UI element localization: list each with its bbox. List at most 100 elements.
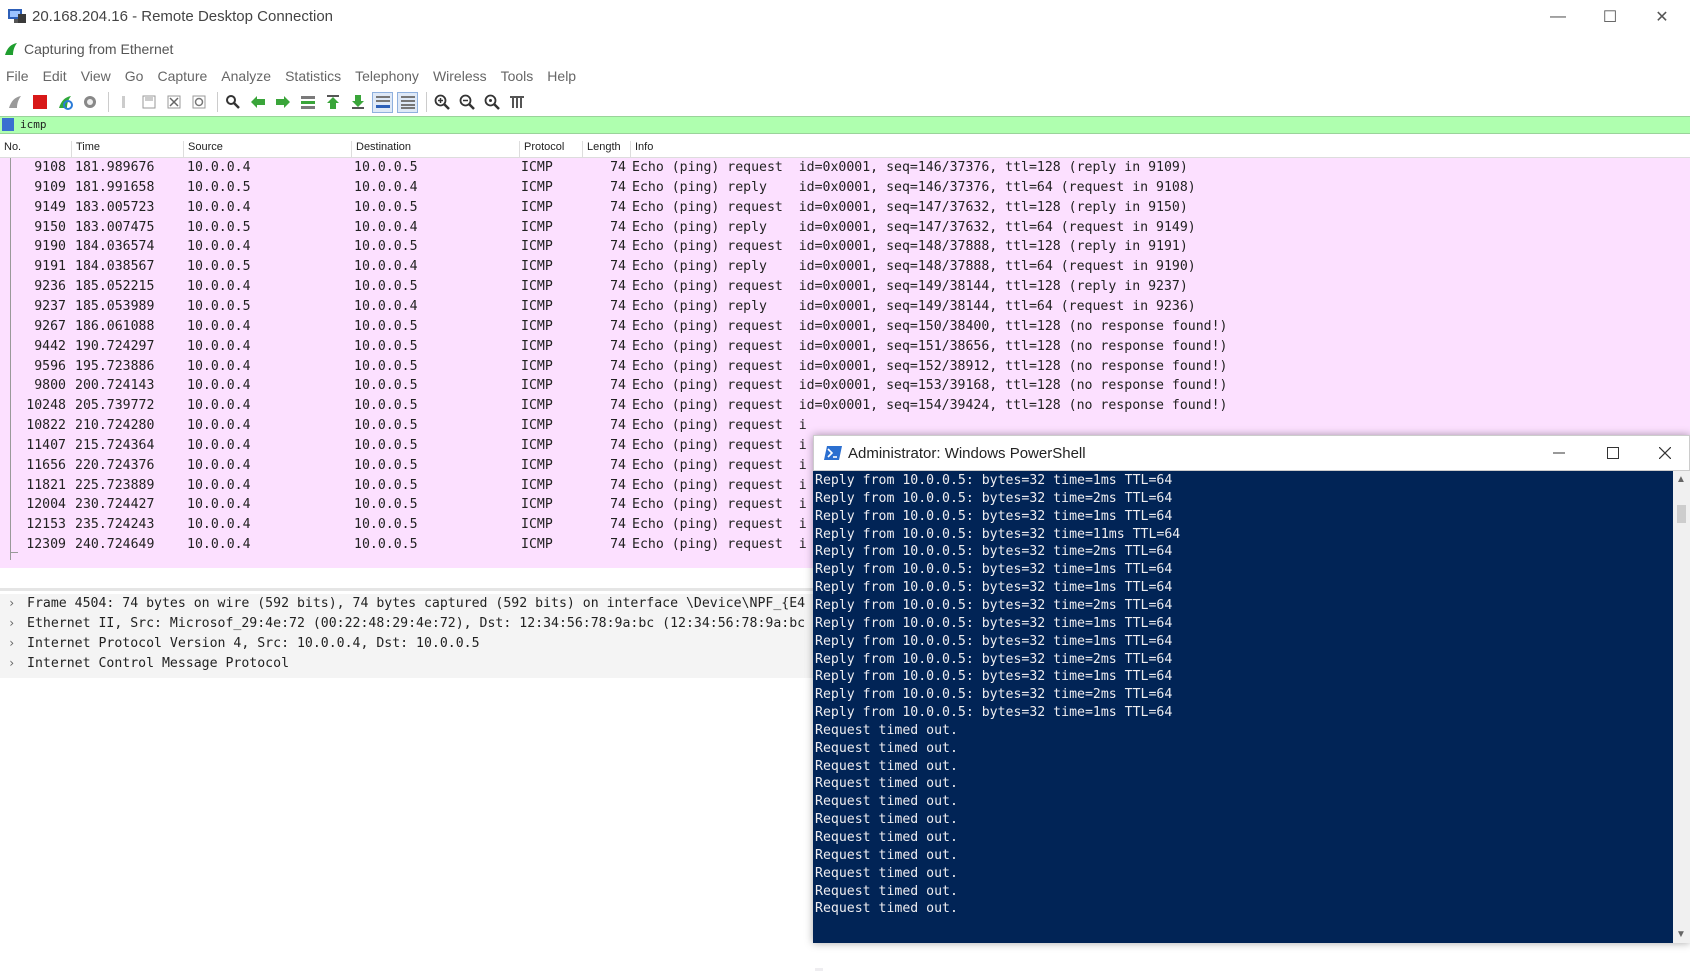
- column-header-time[interactable]: Time: [72, 141, 184, 159]
- zoom-out-icon[interactable]: [456, 92, 477, 113]
- reload-file-icon[interactable]: [188, 92, 209, 113]
- go-forward-icon[interactable]: [272, 92, 293, 113]
- detail-tree-item[interactable]: › Frame 4504: 74 bytes on wire (592 bits)…: [0, 594, 815, 614]
- cell-destination: 10.0.0.5: [354, 239, 418, 255]
- bookmark-icon[interactable]: [2, 118, 14, 131]
- packet-row[interactable]: 10248 205.739772 10.0.0.4 10.0.0.5 ICMP 74 Ech…: [0, 396, 1690, 416]
- auto-scroll-icon[interactable]: [372, 91, 393, 113]
- stop-capture-icon[interactable]: [29, 92, 50, 113]
- console-line: Request timed out.: [815, 776, 958, 792]
- powershell-console[interactable]: Reply from 10.0.0.5: bytes=32 time=1ms T…: [813, 471, 1673, 971]
- cell-source: 10.0.0.4: [187, 457, 251, 473]
- display-filter-input[interactable]: icmp: [20, 118, 47, 131]
- scroll-up-icon[interactable]: ▲: [1676, 474, 1686, 485]
- rdp-close-button[interactable]: ✕: [1636, 0, 1688, 34]
- cell-time: 235.724243: [75, 517, 155, 533]
- cell-destination: 10.0.0.5: [354, 378, 418, 394]
- cell-length: 74: [610, 358, 626, 374]
- cell-protocol: ICMP: [521, 239, 553, 255]
- save-file-icon[interactable]: [138, 92, 159, 113]
- pane-splitter[interactable]: [0, 588, 815, 591]
- packet-row[interactable]: 9109 181.991658 10.0.0.5 10.0.0.4 ICMP 74 Echo…: [0, 178, 1690, 198]
- cell-protocol: ICMP: [521, 279, 553, 295]
- display-filter-bar[interactable]: icmp: [0, 116, 1690, 134]
- cell-source: 10.0.0.4: [187, 418, 251, 434]
- column-header-info[interactable]: Info: [631, 141, 653, 159]
- menu-analyze[interactable]: Analyze: [221, 64, 271, 88]
- packet-row[interactable]: 9191 184.038567 10.0.0.5 10.0.0.4 ICMP 74 Echo…: [0, 257, 1690, 277]
- zoom-in-icon[interactable]: [431, 92, 452, 113]
- column-header-destination[interactable]: Destination: [352, 141, 520, 159]
- cell-protocol: ICMP: [521, 199, 553, 215]
- expand-chevron-icon[interactable]: ›: [8, 636, 15, 650]
- packet-row[interactable]: 10822 210.724280 10.0.0.4 10.0.0.5 ICMP 74 Ech…: [0, 416, 1690, 436]
- cell-length: 74: [610, 497, 626, 513]
- powershell-minimize-button[interactable]: [1531, 436, 1587, 470]
- column-header-no[interactable]: No.: [0, 141, 72, 159]
- console-line: Request timed out.: [815, 722, 958, 738]
- close-file-icon[interactable]: [163, 92, 184, 113]
- packet-row[interactable]: 9236 185.052215 10.0.0.4 10.0.0.5 ICMP 74 Echo…: [0, 277, 1690, 297]
- go-back-icon[interactable]: [247, 92, 268, 113]
- scroll-down-icon[interactable]: ▼: [1676, 929, 1686, 940]
- capture-options-icon[interactable]: [79, 92, 100, 113]
- powershell-scrollbar[interactable]: ▲ ▼: [1673, 471, 1690, 943]
- menu-wireless[interactable]: Wireless: [433, 64, 487, 88]
- packet-row[interactable]: 9150 183.007475 10.0.0.5 10.0.0.4 ICMP 74 Echo…: [0, 218, 1690, 238]
- column-header-protocol[interactable]: Protocol: [520, 141, 583, 159]
- powershell-close-button[interactable]: [1639, 436, 1690, 470]
- restart-capture-icon[interactable]: [54, 92, 75, 113]
- menu-help[interactable]: Help: [547, 64, 576, 88]
- expand-chevron-icon[interactable]: ›: [8, 616, 15, 630]
- console-line: Request timed out.: [815, 865, 958, 881]
- menu-tools[interactable]: Tools: [501, 64, 534, 88]
- menu-go[interactable]: Go: [125, 64, 144, 88]
- cell-no: 11821: [26, 477, 66, 493]
- go-first-packet-icon[interactable]: [322, 92, 343, 113]
- console-line: Reply from 10.0.0.5: bytes=32 time=2ms T…: [815, 544, 1173, 560]
- open-file-icon[interactable]: [113, 92, 134, 113]
- packet-row[interactable]: 9596 195.723886 10.0.0.4 10.0.0.5 ICMP 74 Echo…: [0, 357, 1690, 377]
- cell-source: 10.0.0.4: [187, 537, 251, 553]
- packet-row[interactable]: 9149 183.005723 10.0.0.4 10.0.0.5 ICMP 74 Echo…: [0, 198, 1690, 218]
- cell-no: 9150: [34, 219, 66, 235]
- powershell-maximize-button[interactable]: [1587, 436, 1639, 470]
- detail-tree-item[interactable]: › Internet Control Message Protocol: [0, 654, 815, 674]
- console-line: Reply from 10.0.0.5: bytes=32 time=1ms T…: [815, 473, 1173, 488]
- expand-chevron-icon[interactable]: ›: [8, 656, 15, 670]
- cell-info: Echo (ping) request id=0x0001, seq=147/3…: [632, 199, 1188, 215]
- menu-edit[interactable]: Edit: [43, 64, 67, 88]
- cell-length: 74: [610, 219, 626, 235]
- resize-columns-icon[interactable]: [506, 92, 527, 113]
- packet-row[interactable]: 9108 181.989676 10.0.0.4 10.0.0.5 ICMP 74 Echo…: [0, 158, 1690, 178]
- colorize-icon[interactable]: [397, 91, 418, 113]
- detail-tree-item[interactable]: › Ethernet II, Src: Microsof_29:4e:72 (00…: [0, 614, 815, 634]
- rdp-minimize-button[interactable]: —: [1532, 0, 1584, 34]
- column-header-length[interactable]: Length: [583, 141, 631, 159]
- menu-file[interactable]: File: [6, 64, 29, 88]
- rdp-maximize-button[interactable]: ☐: [1584, 0, 1636, 34]
- packet-details: › Frame 4504: 74 bytes on wire (592 bits)…: [0, 594, 815, 678]
- scrollbar-thumb[interactable]: [1677, 505, 1686, 523]
- menu-telephony[interactable]: Telephony: [355, 64, 419, 88]
- go-last-packet-icon[interactable]: [347, 92, 368, 113]
- menu-view[interactable]: View: [81, 64, 111, 88]
- find-packet-icon[interactable]: [222, 92, 243, 113]
- packet-row[interactable]: 9442 190.724297 10.0.0.4 10.0.0.5 ICMP 74 Echo…: [0, 337, 1690, 357]
- column-header-source[interactable]: Source: [184, 141, 352, 159]
- cell-destination: 10.0.0.5: [354, 160, 418, 175]
- go-to-packet-icon[interactable]: [297, 92, 318, 113]
- detail-tree-item[interactable]: › Internet Protocol Version 4, Src: 10.0.…: [0, 634, 815, 654]
- cell-info: Echo (ping) request id=0x0001, seq=148/3…: [632, 239, 1188, 255]
- start-capture-icon[interactable]: [4, 92, 25, 113]
- zoom-normal-icon[interactable]: [481, 92, 502, 113]
- packet-row[interactable]: 9267 186.061088 10.0.0.4 10.0.0.5 ICMP 74 Echo…: [0, 317, 1690, 337]
- expand-chevron-icon[interactable]: ›: [8, 596, 15, 610]
- packet-row[interactable]: 9190 184.036574 10.0.0.4 10.0.0.5 ICMP 74 Echo…: [0, 237, 1690, 257]
- menu-capture[interactable]: Capture: [157, 64, 207, 88]
- packet-row[interactable]: 9800 200.724143 10.0.0.4 10.0.0.5 ICMP 74 Echo…: [0, 376, 1690, 396]
- cell-time: 225.723889: [75, 477, 155, 493]
- packet-list-header: No. Time Source Destination Protocol Len…: [0, 137, 1690, 159]
- menu-statistics[interactable]: Statistics: [285, 64, 341, 88]
- packet-row[interactable]: 9237 185.053989 10.0.0.5 10.0.0.4 ICMP 74 Echo…: [0, 297, 1690, 317]
